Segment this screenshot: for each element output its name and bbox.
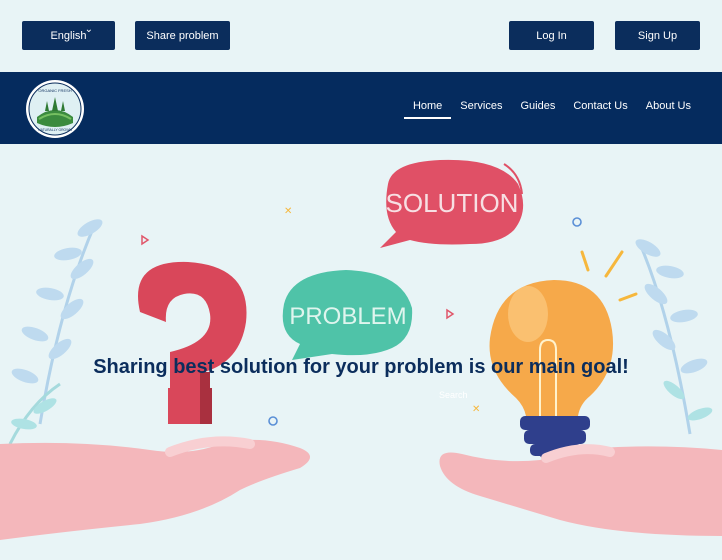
main-navbar: ORGANIC FRESH NATURALLY GROWN Home Servi… [0, 72, 722, 144]
organic-farm-logo[interactable]: ORGANIC FRESH NATURALLY GROWN [25, 79, 85, 139]
signup-button[interactable]: Sign Up [615, 21, 700, 50]
problem-speech-bubble: PROBLEM [282, 270, 413, 360]
question-mark-illustration [138, 261, 247, 424]
left-hand-illustration [0, 436, 310, 540]
nav-item-services[interactable]: Services [451, 100, 511, 112]
nav-item-home[interactable]: Home [403, 100, 452, 119]
right-hand-illustration [439, 444, 722, 536]
share-problem-button[interactable]: Share problem [135, 21, 230, 50]
left-leaves-decoration [8, 219, 103, 445]
hero-illustration: ✕ ✕ SOLUTION PROBLEM [0, 159, 722, 540]
solution-speech-bubble: SOLUTION [380, 159, 524, 248]
svg-text:✕: ✕ [284, 206, 292, 217]
svg-text:✕: ✕ [472, 404, 480, 415]
nav-item-about-us[interactable]: About Us [637, 100, 700, 112]
right-leaves-decoration [635, 239, 713, 435]
login-button[interactable]: Log In [509, 21, 594, 50]
language-label: English [50, 29, 87, 42]
nav-item-guides[interactable]: Guides [511, 100, 564, 112]
search-link[interactable]: Search [439, 390, 468, 400]
chevron-down-icon: ⌄ [84, 24, 93, 35]
logo-top-text: ORGANIC FRESH [38, 88, 71, 93]
solution-bubble-text: SOLUTION [386, 188, 519, 218]
hero-headline: Sharing best solution for your problem i… [93, 356, 629, 378]
logo-bottom-text: NATURALLY GROWN [38, 128, 72, 132]
nav-item-contact-us[interactable]: Contact Us [564, 100, 636, 112]
nav-menu: Home Services Guides Contact Us About Us [403, 100, 700, 119]
top-bar: English ⌄ Share problem Log In Sign Up [0, 0, 722, 72]
problem-bubble-text: PROBLEM [289, 303, 406, 330]
hero-section: ✕ ✕ SOLUTION PROBLEM Sharing best soluti… [0, 144, 722, 560]
language-select-button[interactable]: English ⌄ [22, 21, 115, 50]
